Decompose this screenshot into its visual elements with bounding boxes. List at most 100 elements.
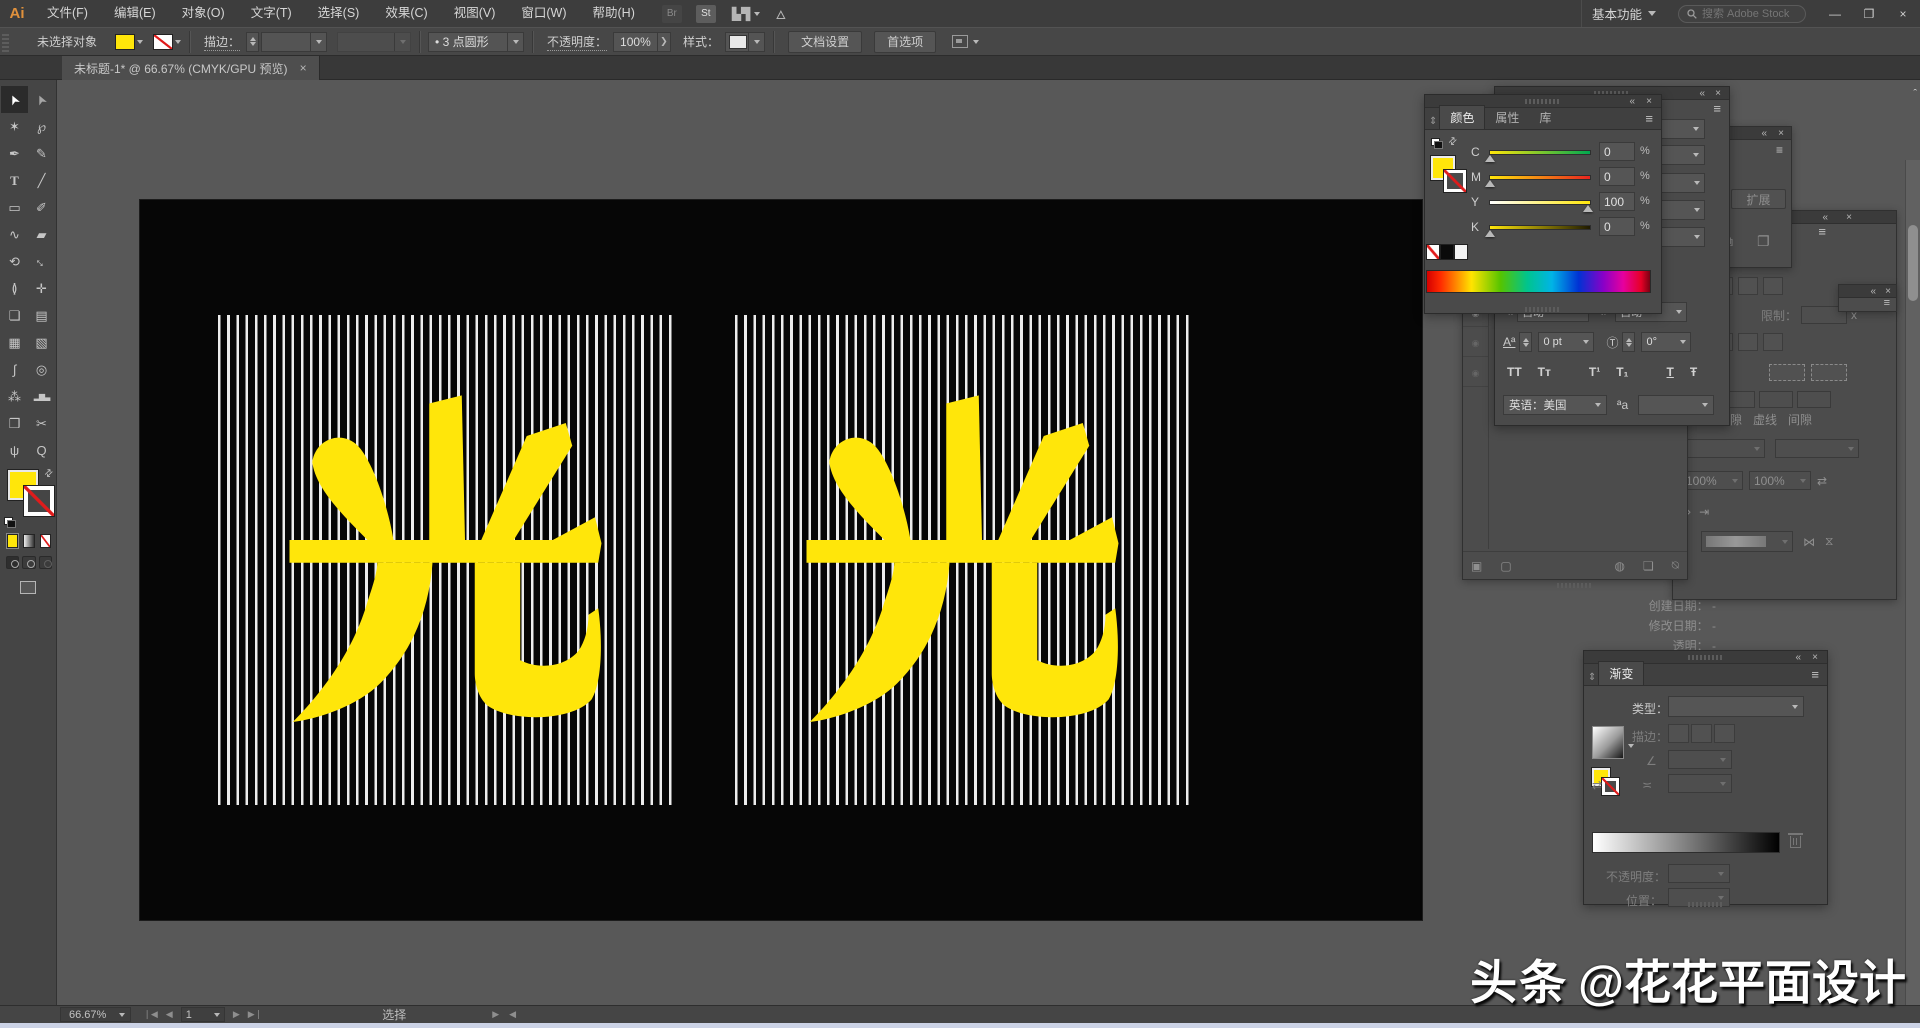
black-swatch[interactable] — [1440, 244, 1454, 260]
guang-glyph-2[interactable] — [800, 387, 1125, 732]
stroke-proxy[interactable] — [1602, 778, 1619, 795]
puppet-warp-tool[interactable]: ✛ — [28, 275, 55, 302]
hand-tool[interactable]: ψ — [1, 437, 28, 464]
baseline-stepper[interactable] — [1519, 332, 1532, 352]
cyan-field[interactable]: 0 — [1599, 142, 1635, 161]
tab-gradient[interactable]: 渐变 — [1598, 661, 1644, 685]
antialias-combo[interactable] — [1638, 395, 1714, 415]
menu-edit[interactable]: 编辑(E) — [101, 0, 169, 27]
layers-mask-icon[interactable]: ▢ — [1500, 559, 1511, 573]
minimize-button[interactable]: — — [1818, 3, 1852, 25]
opacity-label[interactable]: 不透明度： — [547, 33, 607, 51]
opacity-combo[interactable]: 100% ❯ — [613, 32, 671, 52]
close-icon[interactable]: × — [1846, 211, 1852, 224]
stroke-color-swatch[interactable] — [153, 34, 173, 50]
dock-collapse-icon[interactable]: ˆ — [1913, 88, 1917, 100]
selection-tool[interactable]: ➤ — [1, 86, 28, 113]
stripe-panel-1[interactable]: 光 — [218, 315, 673, 805]
close-icon[interactable]: × — [1715, 87, 1721, 100]
magenta-slider[interactable] — [1489, 175, 1591, 180]
perspective-grid-tool[interactable]: ▤ — [28, 302, 55, 329]
style-combo[interactable] — [725, 32, 765, 52]
menu-effect[interactable]: 效果(C) — [372, 0, 440, 27]
width-tool[interactable]: ≬ — [1, 275, 28, 302]
new-layer-icon[interactable]: ❏ — [1643, 559, 1654, 573]
document-setup-button[interactable]: 文档设置 — [788, 31, 862, 53]
superscript-button[interactable]: T¹ — [1589, 365, 1600, 379]
prev-artboard-icon[interactable]: ◀ — [166, 1009, 173, 1020]
char-rotation-combo[interactable]: 0° — [1641, 332, 1691, 352]
none-swatch[interactable] — [1426, 244, 1440, 260]
fill-color-swatch[interactable] — [115, 34, 135, 50]
drag-handle[interactable] — [1525, 99, 1561, 104]
arrange-documents-icon[interactable]: ▙▜ — [732, 7, 760, 21]
last-artboard-icon[interactable]: ▶❘ — [248, 1009, 262, 1020]
close-button[interactable]: × — [1886, 3, 1920, 25]
white-swatch[interactable] — [1454, 244, 1468, 260]
cap-projecting-button[interactable] — [1763, 277, 1783, 295]
expand-button[interactable]: 扩展 — [1731, 189, 1786, 209]
menu-window[interactable]: 窗口(W) — [508, 0, 579, 27]
pathfinder-shape-icon-2[interactable]: ❐ — [1757, 233, 1770, 250]
chevron-down-icon[interactable] — [973, 40, 979, 44]
mesh-tool[interactable]: ▦ — [1, 329, 28, 356]
locate-object-icon[interactable]: ◍ — [1615, 559, 1625, 573]
gradient-mode-button[interactable] — [23, 534, 34, 548]
eye-icon[interactable]: ◉ — [1472, 338, 1480, 348]
strikethrough-button[interactable]: Ŧ — [1690, 365, 1697, 379]
align-options-icon[interactable] — [952, 35, 968, 48]
corner-round-button[interactable] — [1738, 333, 1758, 351]
chevron-down-icon[interactable] — [175, 40, 181, 44]
subscript-button[interactable]: T₁ — [1616, 365, 1628, 379]
slider-handle[interactable] — [1485, 155, 1495, 162]
cycle-icon[interactable]: ⇕ — [1584, 672, 1598, 685]
close-icon[interactable]: × — [1646, 95, 1652, 108]
first-artboard-icon[interactable]: ❘◀ — [143, 1009, 157, 1020]
screen-mode-button[interactable] — [20, 581, 36, 594]
draw-normal-button[interactable] — [6, 556, 19, 569]
next-artboard-icon[interactable]: ▶ — [233, 1009, 240, 1020]
blend-tool[interactable]: ◎ — [28, 356, 55, 383]
resize-grip[interactable] — [1688, 902, 1724, 907]
tab-libraries[interactable]: 库 — [1529, 106, 1561, 129]
corner-bevel-button[interactable] — [1763, 333, 1783, 351]
panel-menu-icon[interactable]: ≡ — [1713, 101, 1721, 116]
color-spectrum[interactable] — [1426, 270, 1651, 293]
drag-handle[interactable] — [1688, 655, 1724, 660]
collapse-icon[interactable]: « — [1629, 95, 1635, 108]
menu-type[interactable]: 文字(T) — [238, 0, 305, 27]
tab-properties[interactable]: 属性 — [1485, 106, 1529, 129]
bridge-icon[interactable]: Br — [662, 5, 682, 23]
scale-tool[interactable]: ↔ — [28, 248, 55, 275]
yellow-field[interactable]: 100 — [1599, 192, 1635, 211]
curvature-tool[interactable]: ✎ — [28, 140, 55, 167]
cap-round-button[interactable] — [1738, 277, 1758, 295]
gpu-performance-icon[interactable]: 🜂 — [776, 1, 787, 26]
symbol-sprayer-tool[interactable]: ⁂ — [1, 383, 28, 410]
shape-builder-tool[interactable]: ❏ — [1, 302, 28, 329]
search-input[interactable] — [1702, 8, 1792, 20]
rectangle-tool[interactable]: ▭ — [1, 194, 28, 221]
collapse-icon[interactable]: « — [1822, 211, 1828, 224]
artboard-tool[interactable]: ❒ — [1, 410, 28, 437]
preferences-button[interactable]: 首选项 — [874, 31, 936, 53]
eyedropper-tool[interactable]: ∫ — [1, 356, 28, 383]
pen-tool[interactable]: ✒ — [1, 140, 28, 167]
menu-select[interactable]: 选择(S) — [305, 0, 373, 27]
close-icon[interactable]: × — [1812, 651, 1818, 664]
scroll-left-icon[interactable]: ◀ — [509, 1009, 516, 1020]
scrollbar-thumb[interactable] — [1908, 225, 1918, 301]
collapse-icon[interactable]: « — [1761, 127, 1767, 140]
yellow-slider[interactable] — [1489, 200, 1591, 205]
resize-grip[interactable] — [1557, 583, 1593, 588]
panel-menu-icon[interactable]: ≡ — [1645, 111, 1653, 126]
eye-icon[interactable]: ◉ — [1472, 368, 1480, 378]
line-segment-tool[interactable]: ╱ — [28, 167, 55, 194]
close-tab-icon[interactable]: × — [300, 61, 307, 75]
small-caps-button[interactable]: Tᴛ — [1538, 365, 1551, 379]
chevron-down-icon[interactable] — [137, 40, 143, 44]
color-mode-button[interactable] — [7, 534, 18, 548]
zoom-tool[interactable]: Q — [28, 437, 55, 464]
direct-selection-tool[interactable]: ➤ — [28, 86, 55, 113]
menu-file[interactable]: 文件(F) — [34, 0, 101, 27]
